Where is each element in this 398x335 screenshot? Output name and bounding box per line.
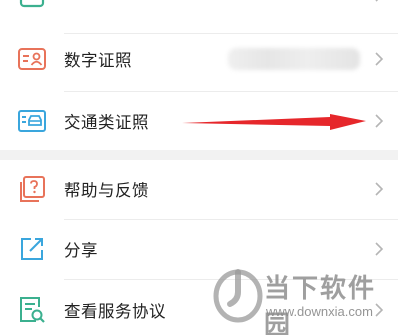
watermark: 当下软件园 www.downxia.com (208, 262, 398, 335)
menu-item-label: 交通类证照 (64, 113, 149, 132)
chevron-right-icon (372, 182, 386, 196)
menu-item-label: 查看服务协议 (64, 302, 166, 321)
partial-item-icon (17, 0, 47, 10)
red-arrow-annotation (182, 114, 366, 130)
menu-item-label: 分享 (64, 241, 98, 260)
chevron-right-icon (372, 52, 386, 66)
watermark-text-cn: 当下软件园 (264, 274, 377, 335)
chevron-right-icon (372, 242, 386, 256)
menu-item-label: 帮助与反馈 (64, 181, 149, 200)
downxia-logo-icon (213, 269, 263, 323)
blurred-info (228, 48, 360, 70)
chevron-right-icon (372, 114, 386, 128)
arrow-shape (182, 114, 366, 130)
help-feedback-icon (17, 174, 47, 204)
car-license-icon (17, 106, 47, 136)
watermark-text-en: www.downxia.com (266, 304, 373, 319)
menu-item-label: 数字证照 (64, 51, 132, 70)
chevron-right-icon (372, 0, 386, 2)
share-icon (17, 234, 47, 264)
agreement-icon (17, 295, 47, 325)
id-card-icon (17, 44, 47, 74)
menu-item-partial[interactable] (0, 0, 398, 24)
menu-item-help-feedback[interactable]: 帮助与反馈 (0, 160, 398, 218)
